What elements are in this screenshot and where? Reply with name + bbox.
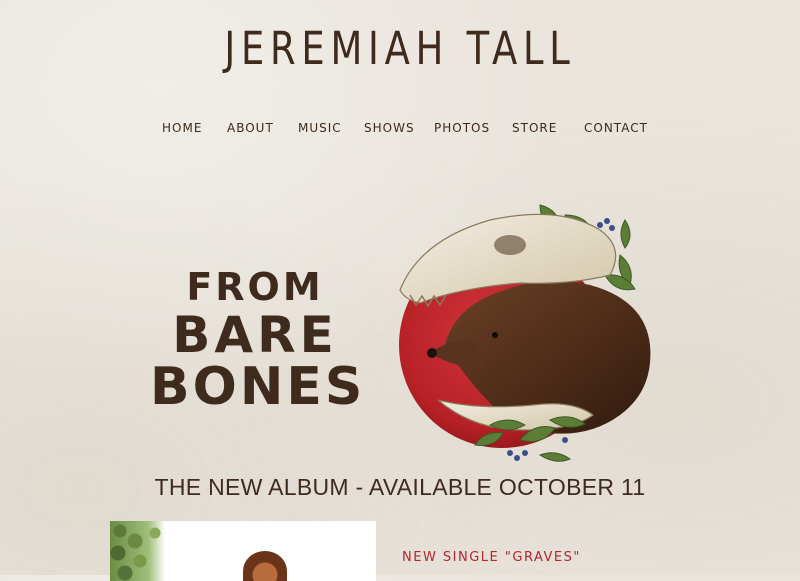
nav-item-shows[interactable]: SHOWS: [364, 121, 415, 135]
nav-item-home[interactable]: HOME: [162, 121, 202, 135]
artist-head-image: [243, 551, 287, 581]
nav-item-music[interactable]: MUSIC: [298, 121, 342, 135]
album-tagline[interactable]: THE NEW ALBUM - AVAILABLE OCTOBER 11: [0, 474, 800, 501]
nav-item-photos[interactable]: PHOTOS: [434, 121, 490, 135]
foliage-image: [110, 521, 165, 581]
album-title[interactable]: FROM BARE BONES: [150, 264, 366, 417]
album-title-line-2: BARE: [172, 306, 338, 364]
album-art-icon[interactable]: [390, 195, 660, 470]
nav-item-contact[interactable]: CONTACT: [584, 121, 648, 135]
artist-photo[interactable]: [110, 521, 376, 581]
site-title[interactable]: JEREMIAH TALL: [72, 22, 728, 75]
new-single-heading[interactable]: NEW SINGLE "GRAVES": [402, 550, 581, 565]
nav-item-store[interactable]: STORE: [512, 121, 557, 135]
album-title-line-3: BONES: [150, 357, 366, 417]
nav-item-about[interactable]: ABOUT: [227, 121, 274, 135]
album-title-line-1: FROM: [186, 265, 324, 309]
